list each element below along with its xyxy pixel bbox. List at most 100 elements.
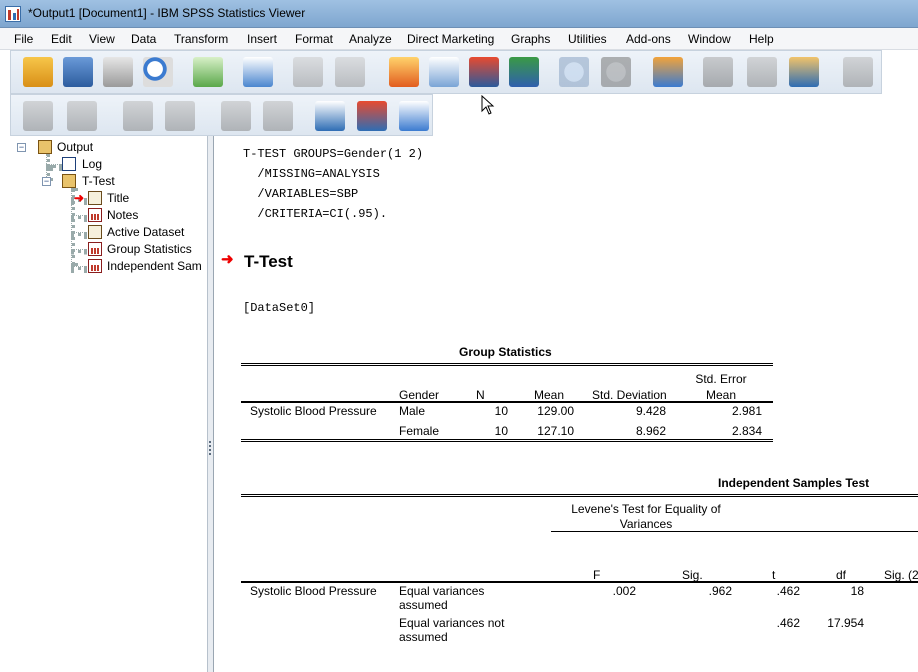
- ind-test-title: Independent Samples Test: [718, 476, 870, 490]
- title-bar: *Output1 [Document1] - IBM SPSS Statisti…: [0, 0, 918, 28]
- syntax-line: /MISSING=ANALYSIS: [243, 167, 380, 181]
- tree-item-active-dataset[interactable]: Active Dataset: [107, 225, 184, 239]
- header-n: N: [476, 388, 485, 402]
- header-se: Std. Error: [695, 372, 747, 386]
- menu-transform[interactable]: Transform: [174, 32, 228, 46]
- print-preview-icon[interactable]: [143, 57, 173, 87]
- demote-right-arrow-icon[interactable]: [67, 101, 97, 131]
- tree-item-notes[interactable]: Notes: [107, 208, 138, 222]
- header-gender: Gender: [399, 388, 440, 402]
- header-mean: Mean: [534, 388, 565, 402]
- cell-gender: Female: [399, 424, 440, 438]
- undo-icon[interactable]: [293, 57, 323, 87]
- cell-gender: Male: [399, 404, 426, 418]
- tree-item-ttest[interactable]: T-Test: [82, 174, 115, 188]
- levene-header-2: Variances: [619, 517, 673, 531]
- menu-analyze[interactable]: Analyze: [349, 32, 392, 46]
- header-sd: Std. Deviation: [592, 388, 667, 402]
- menu-add-ons[interactable]: Add-ons: [626, 32, 671, 46]
- levene-header: Levene's Test for Equality of: [571, 502, 721, 516]
- active-dataset-icon: [88, 225, 102, 239]
- notes-icon: [88, 208, 102, 222]
- recall-dialog-icon[interactable]: [243, 57, 273, 87]
- menu-format[interactable]: Format: [295, 32, 333, 46]
- output-content: T-TEST GROUPS=Gender(1 2) /MISSING=ANALY…: [214, 136, 918, 672]
- group-statistics-icon: [88, 242, 102, 256]
- redo-icon[interactable]: [335, 57, 365, 87]
- tree-item-title[interactable]: Title: [107, 191, 129, 205]
- show-icon[interactable]: [221, 101, 251, 131]
- menu-graphs[interactable]: Graphs: [511, 32, 550, 46]
- save-icon[interactable]: [63, 57, 93, 87]
- ttest-book-icon: [62, 174, 76, 188]
- open-folder-icon[interactable]: [23, 57, 53, 87]
- row-label: Equal variances: [399, 584, 485, 598]
- cell-df: 17.954: [827, 616, 864, 630]
- header-df: df: [836, 568, 847, 582]
- menu-view[interactable]: View: [89, 32, 115, 46]
- cell-n: 10: [494, 404, 508, 418]
- menu-utilities[interactable]: Utilities: [568, 32, 607, 46]
- cell-se: 2.981: [731, 404, 762, 418]
- spell-check-icon[interactable]: [653, 57, 683, 87]
- tree-item-output[interactable]: Output: [57, 140, 93, 154]
- promote-left-arrow-icon[interactable]: [23, 101, 53, 131]
- header-t: t: [772, 568, 776, 582]
- menu-window[interactable]: Window: [688, 32, 731, 46]
- collapse-minus-icon[interactable]: [165, 101, 195, 131]
- cell-mean: 127.10: [537, 424, 574, 438]
- title-icon: [88, 191, 102, 205]
- cell-se: 2.834: [731, 424, 762, 438]
- menu-edit[interactable]: Edit: [51, 32, 72, 46]
- row-label: assumed: [399, 598, 448, 612]
- header-se-mean: Mean: [705, 388, 737, 402]
- variables-icon[interactable]: [509, 57, 539, 87]
- outline-toolbar: [10, 94, 433, 136]
- group-stats-title: Group Statistics: [459, 345, 552, 359]
- display-icon[interactable]: [843, 57, 873, 87]
- tree-item-log[interactable]: Log: [82, 157, 102, 171]
- variable-label: Systolic Blood Pressure: [250, 404, 377, 418]
- menu-file[interactable]: File: [14, 32, 33, 46]
- menu-insert[interactable]: Insert: [247, 32, 277, 46]
- run-script-icon[interactable]: [789, 57, 819, 87]
- cell-sd: 8.962: [635, 424, 666, 438]
- cell-sig: .962: [708, 584, 732, 598]
- goto-variable-icon[interactable]: [469, 57, 499, 87]
- cell-t: .462: [776, 616, 800, 630]
- syntax-line: /CRITERIA=CI(.95).: [243, 207, 388, 221]
- syntax-line: /VARIABLES=SBP: [243, 187, 359, 201]
- collapse-ttest-icon[interactable]: −: [42, 177, 51, 186]
- goto-case-icon[interactable]: [429, 57, 459, 87]
- insert-text-icon[interactable]: [399, 101, 429, 131]
- menu-help[interactable]: Help: [749, 32, 774, 46]
- window-title: *Output1 [Document1] - IBM SPSS Statisti…: [28, 6, 306, 20]
- collapse-output-icon[interactable]: −: [17, 143, 26, 152]
- show-all-variables-icon[interactable]: [601, 57, 631, 87]
- menu-data[interactable]: Data: [131, 32, 156, 46]
- edit-icon[interactable]: [747, 57, 777, 87]
- use-sets-icon[interactable]: [559, 57, 589, 87]
- independent-samples-icon: [88, 259, 102, 273]
- expand-plus-icon[interactable]: [123, 101, 153, 131]
- syntax-line: T-TEST GROUPS=Gender(1 2): [243, 147, 424, 161]
- menu-direct-marketing[interactable]: Direct Marketing: [407, 32, 494, 46]
- current-item-arrow-icon: ➜: [221, 251, 234, 268]
- variable-label: Systolic Blood Pressure: [250, 584, 377, 598]
- row-label: assumed: [399, 630, 448, 644]
- print-icon[interactable]: [103, 57, 133, 87]
- current-item-arrow-icon: ➜: [74, 191, 85, 205]
- designate-window-icon[interactable]: [703, 57, 733, 87]
- outline-pane: − Output Log − T-Test ➜ Title Notes Acti…: [0, 136, 208, 672]
- tree-item-independent-samples[interactable]: Independent Sam: [107, 259, 202, 273]
- goto-data-icon[interactable]: [389, 57, 419, 87]
- export-icon[interactable]: [193, 57, 223, 87]
- tree-item-group-statistics[interactable]: Group Statistics: [107, 242, 192, 256]
- hide-icon[interactable]: [263, 101, 293, 131]
- insert-title-icon[interactable]: [357, 101, 387, 131]
- main-toolbar: [10, 50, 882, 94]
- page-title: T-Test: [244, 252, 293, 271]
- header-sig: Sig.: [682, 568, 703, 582]
- insert-heading-icon[interactable]: [315, 101, 345, 131]
- log-icon: [62, 157, 76, 171]
